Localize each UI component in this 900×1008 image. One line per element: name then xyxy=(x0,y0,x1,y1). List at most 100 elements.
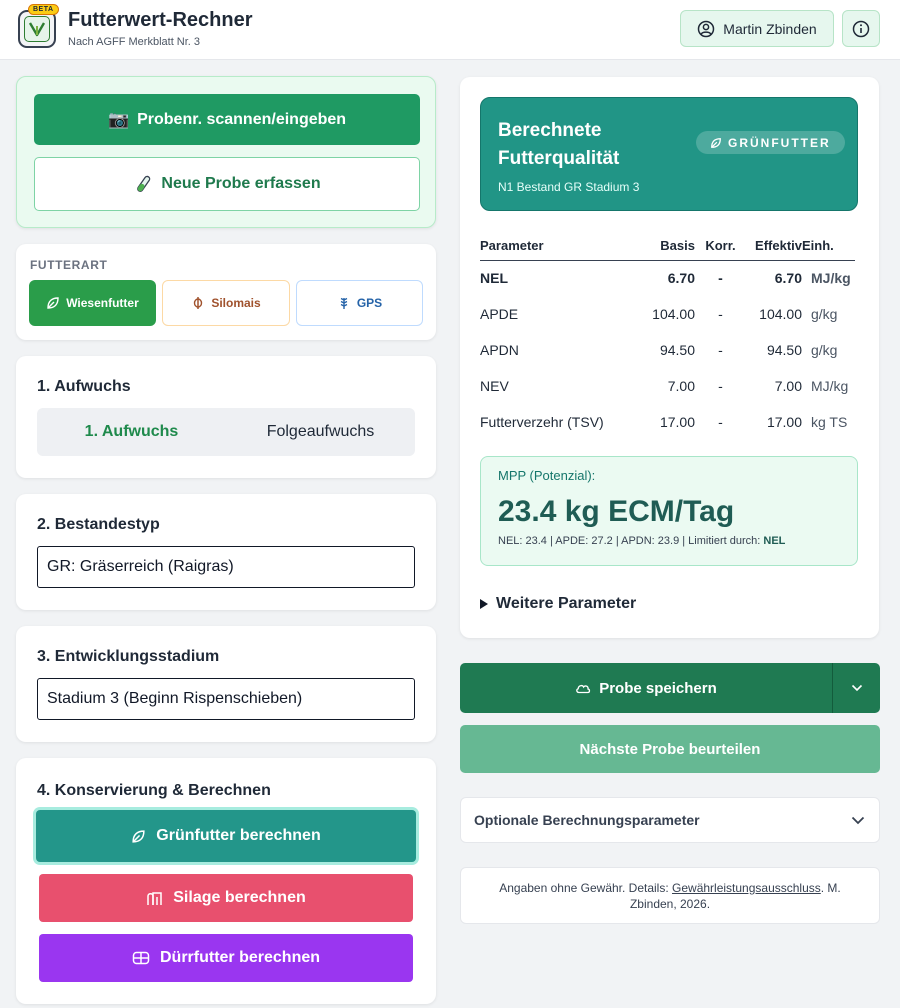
camera-icon: 📷 xyxy=(107,109,130,129)
table-row: APDN 94.50 - 94.50 g/kg xyxy=(480,332,855,368)
param-korr: - xyxy=(718,306,723,322)
param-name: NEL xyxy=(480,270,508,287)
weitere-parameter-toggle[interactable]: Weitere Parameter xyxy=(480,595,636,613)
app-logo xyxy=(18,10,56,48)
futterart-wiesenfutter-button[interactable]: Wiesenfutter xyxy=(29,280,156,326)
konservierung-title: 4. Konservierung & Berechnen xyxy=(37,782,271,799)
futterart-gps-button[interactable]: GPS xyxy=(296,280,423,326)
mpp-value: 23.4 kg ECM/Tag xyxy=(498,495,735,528)
aufwuchs-segmented-control: 1. Aufwuchs Folgeaufwuchs xyxy=(37,408,415,456)
table-row: NEV 7.00 - 7.00 MJ/kg xyxy=(480,368,855,404)
futterart-badge: GRÜNFUTTER xyxy=(696,131,845,154)
corn-icon xyxy=(194,297,203,309)
param-effektiv: 6.70 xyxy=(774,270,802,287)
table-row: NEL 6.70 - 6.70 MJ/kg xyxy=(480,260,855,296)
app-subtitle: Nach AGFF Merkblatt Nr. 3 xyxy=(68,36,201,48)
aufwuchs-option-first[interactable]: 1. Aufwuchs xyxy=(37,408,226,456)
param-basis: 7.00 xyxy=(667,378,695,394)
param-unit: MJ/kg xyxy=(811,378,849,394)
futterart-silomais-button[interactable]: Silomais xyxy=(162,280,290,326)
table-row: APDE 104.00 - 104.00 g/kg xyxy=(480,296,855,332)
param-unit: g/kg xyxy=(811,306,838,322)
cloud-icon xyxy=(576,684,591,694)
aufwuchs-card: 1. Aufwuchs 1. Aufwuchs Folgeaufwuchs xyxy=(16,356,436,478)
save-options-dropdown[interactable] xyxy=(832,663,880,713)
table-header-row: Parameter Basis Korr. Effektiv Einh. xyxy=(480,231,855,261)
param-korr: - xyxy=(718,414,723,430)
param-effektiv: 7.00 xyxy=(774,378,802,394)
gruenfutter-berechnen-button[interactable]: Grünfutter berechnen xyxy=(36,810,416,862)
silage-berechnen-button[interactable]: Silage berechnen xyxy=(39,874,413,922)
bestandestyp-title: 2. Bestandestyp xyxy=(37,516,160,533)
param-basis: 17.00 xyxy=(659,414,695,430)
param-name: APDN xyxy=(480,342,519,358)
sample-card: 📷 Probenr. scannen/eingeben Neue Probe e… xyxy=(16,76,436,228)
user-icon xyxy=(698,20,715,37)
param-korr: - xyxy=(718,270,723,287)
leaf-icon xyxy=(132,829,145,843)
param-basis: 6.70 xyxy=(667,270,695,287)
stadium-title: 3. Entwicklungsstadium xyxy=(37,648,220,665)
column-header: Parameter xyxy=(480,231,640,261)
stadium-select[interactable]: Stadium 3 (Beginn Rispenschieben) xyxy=(37,678,415,720)
stadium-card: 3. Entwicklungsstadium Stadium 3 (Beginn… xyxy=(16,626,436,742)
leaf-logo-icon xyxy=(24,16,50,42)
disclaimer: Angaben ohne Gewähr. Details: Gewährleis… xyxy=(460,867,880,924)
optional-parameters-toggle[interactable]: Optionale Berechnungsparameter xyxy=(460,797,880,843)
duerrfutter-berechnen-button[interactable]: Dürrfutter berechnen xyxy=(39,934,413,982)
save-sample-button[interactable]: Probe speichern xyxy=(460,663,832,713)
column-header: Einh. xyxy=(802,231,855,261)
result-card: Berechnete Futterqualität N1 Bestand GR … xyxy=(460,77,879,638)
table-row: Futterverzehr (TSV) 17.00 - 17.00 kg TS xyxy=(480,404,855,440)
disclosure-triangle-icon xyxy=(480,599,488,609)
mpp-label: MPP (Potenzial): xyxy=(498,468,596,483)
result-subtitle: N1 Bestand GR Stadium 3 xyxy=(498,180,640,194)
hay-bale-icon xyxy=(132,951,150,965)
app-header: BETA Futterwert-Rechner Nach AGFF Merkbl… xyxy=(0,0,900,60)
bestandestyp-select[interactable]: GR: Gräserreich (Raigras) xyxy=(37,546,415,588)
param-unit: kg TS xyxy=(811,414,848,430)
param-name: NEV xyxy=(480,378,509,394)
futterart-label: FUTTERART xyxy=(30,258,108,272)
konservierung-card: 4. Konservierung & Berechnen Grünfutter … xyxy=(16,758,436,1004)
wheat-icon xyxy=(340,297,348,309)
param-effektiv: 17.00 xyxy=(766,414,802,430)
param-basis: 104.00 xyxy=(652,306,695,322)
user-name: Martin Zbinden xyxy=(723,20,817,37)
bestandestyp-card: 2. Bestandestyp GR: Gräserreich (Raigras… xyxy=(16,494,436,610)
column-header: Basis xyxy=(640,231,695,261)
scan-sample-button[interactable]: 📷 Probenr. scannen/eingeben xyxy=(34,94,420,145)
mpp-limit: NEL xyxy=(763,535,786,547)
param-unit: MJ/kg xyxy=(811,270,851,287)
test-tube-icon xyxy=(137,175,151,192)
info-button[interactable] xyxy=(842,10,880,47)
next-sample-button[interactable]: Nächste Probe beurteilen xyxy=(460,725,880,773)
mpp-detail: NEL: 23.4 | APDE: 27.2 | APDN: 23.9 | Li… xyxy=(498,535,786,547)
param-unit: g/kg xyxy=(811,342,838,358)
futterart-card: FUTTERART Wiesenfutter Silomais GPS xyxy=(16,244,436,340)
param-name: Futterverzehr (TSV) xyxy=(480,414,604,430)
param-basis: 94.50 xyxy=(659,342,695,358)
parameter-table: Parameter Basis Korr. Effektiv Einh. NEL… xyxy=(480,231,855,440)
chevron-down-icon xyxy=(851,816,865,824)
param-effektiv: 104.00 xyxy=(759,306,802,322)
leaf-icon xyxy=(711,137,721,148)
info-icon xyxy=(852,20,870,37)
aufwuchs-title: 1. Aufwuchs xyxy=(37,378,131,395)
silo-icon xyxy=(147,891,162,905)
aufwuchs-option-folge[interactable]: Folgeaufwuchs xyxy=(226,408,415,456)
leaf-icon xyxy=(47,297,59,309)
user-button[interactable]: Martin Zbinden xyxy=(680,10,834,47)
column-header: Effektiv xyxy=(746,231,802,261)
param-korr: - xyxy=(718,342,723,358)
chevron-down-icon xyxy=(851,684,862,692)
beta-badge: BETA xyxy=(28,4,59,15)
disclaimer-link[interactable]: Gewährleistungsausschluss xyxy=(672,881,821,895)
param-name: APDE xyxy=(480,306,519,322)
new-sample-button[interactable]: Neue Probe erfassen xyxy=(34,157,420,211)
param-effektiv: 94.50 xyxy=(766,342,802,358)
param-korr: - xyxy=(718,378,723,394)
result-header: Berechnete Futterqualität N1 Bestand GR … xyxy=(480,97,858,211)
app-title: Futterwert-Rechner xyxy=(68,9,253,31)
column-header: Korr. xyxy=(695,231,746,261)
